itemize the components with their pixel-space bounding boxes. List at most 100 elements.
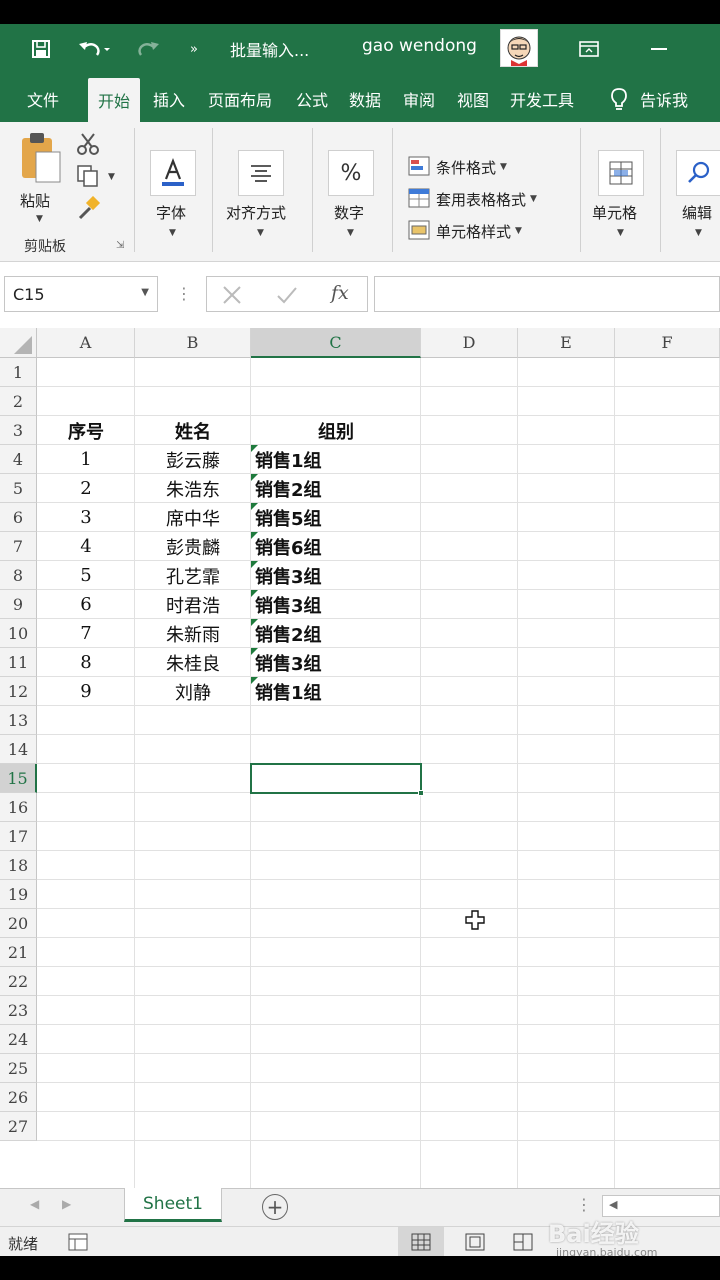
cell-seq[interactable]: 8 [37, 648, 135, 677]
name-box-dropdown-icon[interactable]: ▼ [141, 287, 149, 298]
font-button[interactable]: 字体 ▼ [148, 150, 198, 246]
undo-icon[interactable] [72, 24, 116, 74]
row-header-20[interactable]: 20 [0, 909, 37, 938]
cell-name[interactable]: 孔艺霏 [135, 561, 251, 590]
cell-seq[interactable]: 1 [37, 445, 135, 474]
cell-group[interactable]: 销售1组 [251, 677, 421, 706]
redo-icon[interactable] [126, 24, 170, 74]
row-header-18[interactable]: 18 [0, 851, 37, 880]
scroll-sheets-right-icon[interactable]: ▶ [62, 1197, 71, 1211]
cell-seq[interactable]: 9 [37, 677, 135, 706]
cell-group[interactable]: 销售1组 [251, 445, 421, 474]
save-icon[interactable] [24, 24, 58, 74]
format-painter-icon[interactable] [76, 195, 102, 222]
user-name[interactable]: gao wendong [362, 36, 477, 56]
cancel-icon[interactable] [221, 284, 243, 306]
row-header-14[interactable]: 14 [0, 735, 37, 764]
column-header-a[interactable]: A [37, 328, 135, 358]
cell-name[interactable]: 朱新雨 [135, 619, 251, 648]
page-break-view-button[interactable] [500, 1227, 546, 1256]
column-header-d[interactable]: D [421, 328, 518, 358]
formula-bar-grip-icon[interactable]: ⋮ [176, 284, 192, 303]
row-header-15[interactable]: 15 [0, 764, 37, 793]
cell-seq[interactable]: 7 [37, 619, 135, 648]
worksheet-grid[interactable]: A B C D E F 1 2 3 4 5 6 7 8 9 10 11 12 13 14 15 16 17 18 19 20 21 2… [0, 328, 720, 1188]
row-header-6[interactable]: 6 [0, 503, 37, 532]
row-header-27[interactable]: 27 [0, 1112, 37, 1141]
header-cell-group[interactable]: 组别 [251, 416, 421, 445]
row-header-2[interactable]: 2 [0, 387, 37, 416]
macro-record-icon[interactable] [68, 1233, 88, 1251]
ribbon-display-options-icon[interactable] [574, 24, 604, 74]
row-header-21[interactable]: 21 [0, 938, 37, 967]
cell-seq[interactable]: 4 [37, 532, 135, 561]
sheet-tab-sheet1[interactable]: Sheet1 [124, 1188, 222, 1222]
cell-name[interactable]: 席中华 [135, 503, 251, 532]
row-header-7[interactable]: 7 [0, 532, 37, 561]
row-header-17[interactable]: 17 [0, 822, 37, 851]
tab-file[interactable]: 文件 [16, 84, 70, 114]
dialog-launcher-icon[interactable]: ⇲ [116, 240, 124, 251]
row-header-13[interactable]: 13 [0, 706, 37, 735]
row-header-3[interactable]: 3 [0, 416, 37, 445]
row-header-19[interactable]: 19 [0, 880, 37, 909]
copy-icon[interactable]: ▼ [76, 164, 116, 188]
fill-handle[interactable] [418, 790, 424, 796]
cell-group[interactable]: 销售2组 [251, 474, 421, 503]
alignment-button[interactable]: 对齐方式 ▼ [224, 150, 304, 246]
tell-me-box[interactable]: 告诉我 [598, 84, 698, 114]
tab-view[interactable]: 视图 [448, 84, 498, 114]
minimize-icon[interactable] [644, 24, 674, 74]
cells-button[interactable]: 单元格 ▼ [590, 150, 654, 246]
cell-seq[interactable]: 6 [37, 590, 135, 619]
cell-seq[interactable]: 2 [37, 474, 135, 503]
tab-home[interactable]: 开始 [88, 78, 140, 122]
page-layout-view-button[interactable] [452, 1227, 498, 1256]
row-header-5[interactable]: 5 [0, 474, 37, 503]
formula-input[interactable] [374, 276, 720, 312]
row-header-9[interactable]: 9 [0, 590, 37, 619]
header-cell-seq[interactable]: 序号 [37, 416, 135, 445]
tab-split-grip-icon[interactable]: ⋮ [576, 1195, 592, 1214]
cell-name[interactable]: 时君浩 [135, 590, 251, 619]
cell-seq[interactable]: 3 [37, 503, 135, 532]
cell-group[interactable]: 销售5组 [251, 503, 421, 532]
normal-view-button[interactable] [398, 1227, 444, 1256]
select-all-button[interactable] [0, 328, 37, 358]
cut-icon[interactable] [76, 132, 100, 156]
row-header-10[interactable]: 10 [0, 619, 37, 648]
cell-name[interactable]: 彭贵麟 [135, 532, 251, 561]
number-button[interactable]: % 数字 ▼ [326, 150, 380, 246]
more-commands-icon[interactable]: » [184, 24, 204, 74]
paste-button[interactable]: 粘贴 ▼ [14, 130, 66, 230]
user-avatar[interactable] [500, 29, 538, 67]
row-header-12[interactable]: 12 [0, 677, 37, 706]
column-header-b[interactable]: B [135, 328, 251, 358]
cell-seq[interactable]: 5 [37, 561, 135, 590]
cell-name[interactable]: 朱桂良 [135, 648, 251, 677]
header-cell-name[interactable]: 姓名 [135, 416, 251, 445]
cell-group[interactable]: 销售3组 [251, 561, 421, 590]
editing-button[interactable]: 编辑 ▼ [672, 150, 720, 246]
tab-review[interactable]: 审阅 [394, 84, 444, 114]
cell-group[interactable]: 销售3组 [251, 648, 421, 677]
row-header-25[interactable]: 25 [0, 1054, 37, 1083]
tab-formulas[interactable]: 公式 [288, 84, 336, 114]
cell-group[interactable]: 销售6组 [251, 532, 421, 561]
cell-style-button[interactable]: 单元格样式 ▼ [408, 218, 568, 244]
cell-group[interactable]: 销售3组 [251, 590, 421, 619]
row-header-26[interactable]: 26 [0, 1083, 37, 1112]
insert-function-icon[interactable]: fx [331, 282, 349, 304]
row-header-4[interactable]: 4 [0, 445, 37, 474]
tab-developer[interactable]: 开发工具 [502, 84, 582, 114]
enter-icon[interactable] [275, 284, 299, 306]
tab-insert[interactable]: 插入 [144, 84, 194, 114]
conditional-format-button[interactable]: 条件格式 ▼ [408, 154, 568, 180]
cell-name[interactable]: 彭云藤 [135, 445, 251, 474]
name-box[interactable]: C15 ▼ [4, 276, 158, 312]
row-header-8[interactable]: 8 [0, 561, 37, 590]
scroll-sheets-left-icon[interactable]: ◀ [30, 1197, 39, 1211]
scroll-left-icon[interactable]: ◀ [609, 1198, 617, 1211]
tab-data[interactable]: 数据 [340, 84, 390, 114]
selected-cell-c15[interactable] [250, 763, 422, 794]
